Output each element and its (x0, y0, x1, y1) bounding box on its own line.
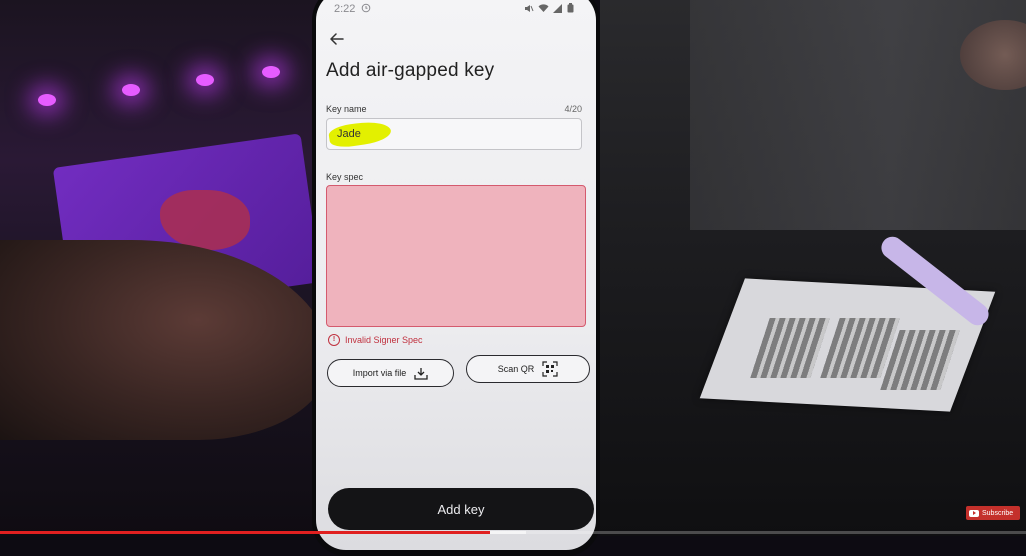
import-via-file-button[interactable]: Import via file (327, 359, 454, 387)
download-icon (414, 367, 428, 380)
add-key-button[interactable]: Add key (328, 488, 594, 530)
video-progress-bar[interactable] (0, 531, 1026, 534)
key-spec-input[interactable] (326, 185, 586, 327)
youtube-icon (969, 509, 979, 517)
import-button-label: Import via file (352, 368, 407, 378)
key-name-value: Jade (337, 128, 361, 140)
led-light (262, 66, 280, 78)
subscribe-button[interactable]: Subscribe (966, 506, 1020, 520)
led-light (122, 84, 140, 96)
wifi-icon (538, 3, 549, 15)
status-time: 2:22 (334, 3, 356, 15)
phone-screen: 2:22 Add air-gapped key Key name 4/20 Ja… (316, 0, 596, 550)
qr-scan-icon (542, 361, 558, 377)
key-spec-error: ! Invalid Signer Spec (328, 334, 423, 346)
error-text: Invalid Signer Spec (345, 335, 423, 345)
mute-icon (524, 4, 534, 15)
scan-qr-button[interactable]: Scan QR (466, 355, 590, 383)
key-name-counter: 4/20 (564, 104, 582, 114)
alarm-icon (361, 3, 371, 16)
arrow-left-icon (330, 33, 344, 45)
signal-icon (553, 3, 563, 15)
error-icon: ! (328, 334, 340, 346)
key-name-label: Key name (326, 104, 367, 114)
add-key-label: Add key (437, 501, 485, 517)
progress-played (0, 531, 491, 534)
status-bar: 2:22 (334, 2, 574, 16)
scan-button-label: Scan QR (497, 364, 535, 374)
progress-buffered (490, 531, 527, 534)
led-light (38, 94, 56, 106)
led-light (196, 74, 214, 86)
key-name-input[interactable]: Jade (326, 118, 582, 150)
back-button[interactable] (326, 28, 348, 50)
subscribe-label: Subscribe (982, 509, 1014, 517)
battery-icon (567, 3, 574, 15)
page-title: Add air-gapped key (326, 60, 495, 81)
key-spec-label: Key spec (326, 172, 364, 182)
